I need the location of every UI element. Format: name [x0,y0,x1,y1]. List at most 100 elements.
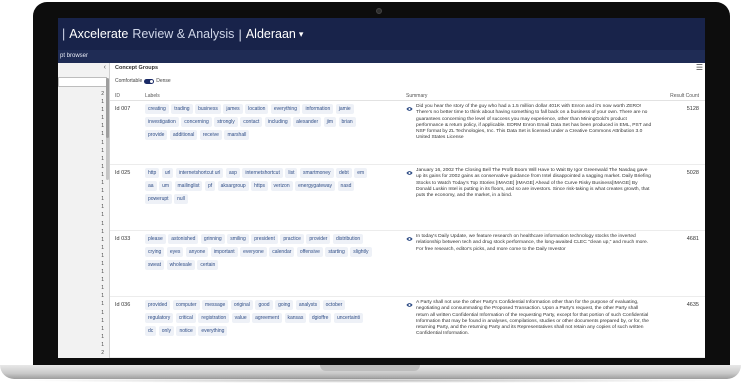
label-tag[interactable]: null [174,194,188,204]
label-tag[interactable]: creating [145,104,169,114]
label-tag[interactable]: nasd [337,181,355,191]
eye-icon[interactable] [406,302,413,308]
sub-bar[interactable]: pt browser [58,50,705,63]
label-tag[interactable]: strongly [214,117,238,127]
label-tag[interactable]: astonished [168,234,199,244]
label-tag[interactable]: investigation [145,117,179,127]
label-tag[interactable]: registration [198,313,230,323]
label-tag[interactable]: only [158,326,174,336]
label-tag[interactable]: http [145,168,160,178]
label-tag[interactable]: starting [325,247,348,257]
label-tag[interactable]: um [159,181,173,191]
label-tag[interactable]: business [195,104,221,114]
menu-icon[interactable]: ☰ [696,63,703,72]
label-tag[interactable]: computer [172,300,200,310]
collapse-left-icon[interactable]: ‹ [104,64,106,71]
column-result-count[interactable]: Result Count [670,93,699,99]
label-tag[interactable]: marshall [224,130,250,140]
left-search-input[interactable] [58,77,107,87]
label-tag[interactable]: em [354,168,368,178]
label-tag[interactable]: alexander [293,117,322,127]
label-tag[interactable]: eyes [166,247,184,257]
label-tag[interactable]: sweat [145,260,165,270]
label-tag[interactable]: including [264,117,291,127]
column-summary[interactable]: Summary [406,93,427,99]
label-tag[interactable]: jamie [335,104,354,114]
table-row[interactable]: Id 025 http url internetshortcut url asp inte… [110,165,705,231]
label-tag[interactable]: smartmoney [299,168,334,178]
label-tag[interactable]: https [251,181,268,191]
eye-icon[interactable] [406,170,413,176]
label-tag[interactable]: additional [169,130,198,140]
label-tag[interactable]: everything [270,104,300,114]
label-tag[interactable]: receive [199,130,222,140]
label-tag[interactable]: agreement [252,313,282,323]
label-tag[interactable]: kansas [284,313,307,323]
table-row[interactable]: Id 007 creating trading business james locati… [110,101,705,165]
dataset-name[interactable]: Alderaan [246,27,296,41]
label-tag[interactable]: grinning [200,234,225,244]
label-tag[interactable]: distribution [332,234,364,244]
label-tag[interactable]: energygateway [295,181,336,191]
label-tag[interactable]: url [161,168,174,178]
label-tag[interactable]: pf [204,181,216,191]
label-tag[interactable]: aa [145,181,157,191]
label-tag[interactable]: important [210,247,238,257]
label-tag[interactable]: dc [145,326,157,336]
label-tag[interactable]: please [145,234,166,244]
label-tag[interactable]: trading [171,104,193,114]
table-row[interactable]: Id 036 provided computer message original goo… [110,297,705,358]
label-tag[interactable]: provided [145,300,171,310]
label-tag[interactable]: contact [240,117,263,127]
label-tag[interactable]: offensive [296,247,323,257]
label-tag[interactable]: analysts [295,300,321,310]
table-scrollbar[interactable] [106,78,109,138]
label-tag[interactable]: james [223,104,243,114]
label-tag[interactable]: anyone [185,247,209,257]
label-tag[interactable]: slightly [350,247,372,257]
label-tag[interactable]: regulatory [145,313,174,323]
chevron-down-icon[interactable]: ▾ [299,29,304,40]
label-tag[interactable]: provide [145,130,168,140]
density-toggle[interactable] [144,78,155,84]
module-name[interactable]: Review & Analysis [132,27,234,41]
label-tag[interactable]: original [230,300,253,310]
label-tag[interactable]: asp [225,168,240,178]
label-tag[interactable]: dgioffre [308,313,332,323]
table-row[interactable]: Id 033 please astonished grinning smiling pre… [110,231,705,297]
eye-icon[interactable] [406,236,413,242]
label-tag[interactable]: location [245,104,269,114]
column-labels[interactable]: Labels [145,93,160,99]
label-tag[interactable]: wholesale [166,260,195,270]
label-tag[interactable]: list [285,168,298,178]
label-tag[interactable]: practice [280,234,304,244]
label-tag[interactable]: powerupt [145,194,172,204]
label-tag[interactable]: internetshortcut [242,168,283,178]
label-tag[interactable]: information [302,104,334,114]
label-tag[interactable]: october [322,300,346,310]
label-tag[interactable]: concerning [181,117,212,127]
label-tag[interactable]: everyone [240,247,267,257]
label-tag[interactable]: mailinglist [174,181,203,191]
label-tag[interactable]: smiling [227,234,249,244]
label-tag[interactable]: message [202,300,229,310]
eye-icon[interactable] [406,106,413,112]
label-tag[interactable]: brian [338,117,356,127]
label-tag[interactable]: certain [197,260,219,270]
label-tag[interactable]: provider [306,234,331,244]
label-tag[interactable]: going [275,300,294,310]
label-tag[interactable]: crying [145,247,165,257]
label-tag[interactable]: debt [336,168,352,178]
label-tag[interactable]: aksargroup [217,181,249,191]
label-tag[interactable]: internetshortcut url [175,168,224,178]
label-tag[interactable]: critical [175,313,196,323]
label-tag[interactable]: calendar [269,247,295,257]
label-tag[interactable]: verizon [270,181,293,191]
column-id[interactable]: ID [115,93,120,99]
label-tag[interactable]: uncertainti [333,313,364,323]
label-tag[interactable]: everything [198,326,228,336]
label-tag[interactable]: notice [176,326,196,336]
label-tag[interactable]: value [231,313,250,323]
label-tag[interactable]: jim [323,117,337,127]
brand-name[interactable]: Axcelerate [69,27,128,41]
